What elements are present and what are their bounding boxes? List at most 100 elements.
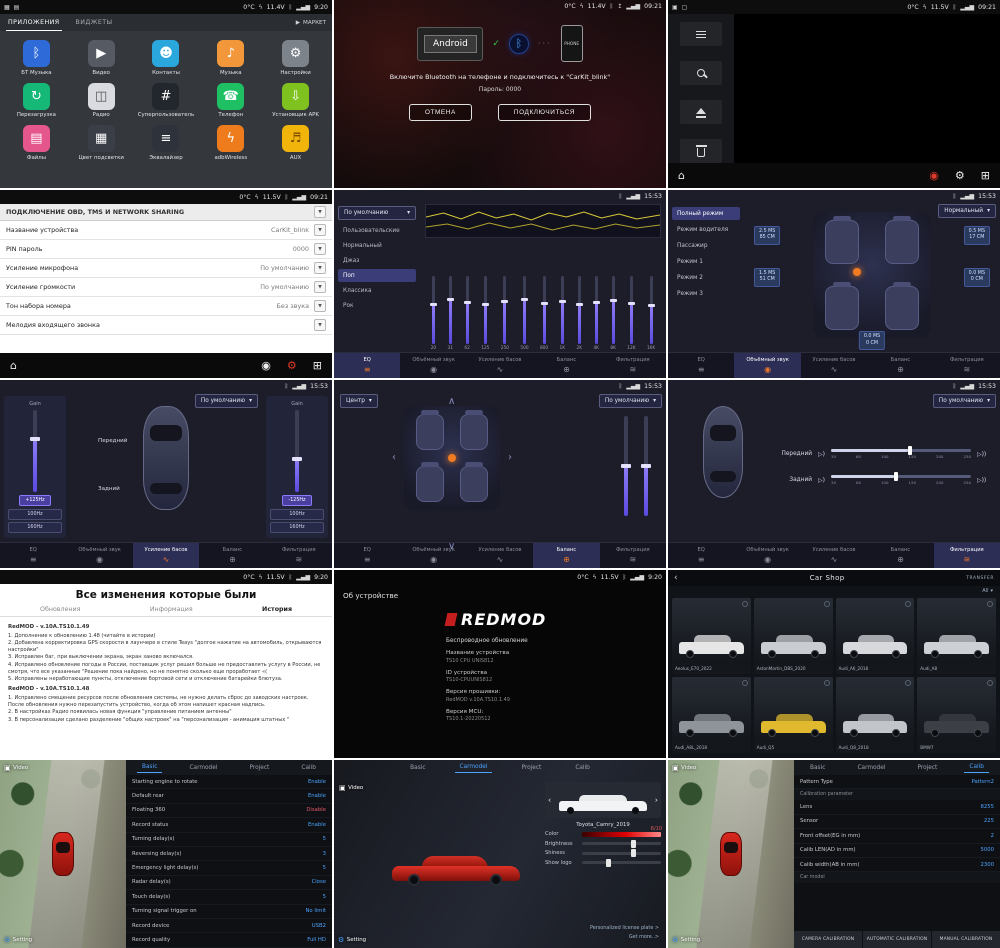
eq-slider[interactable] [449, 276, 452, 344]
setting-value[interactable]: Pattern2 [972, 779, 994, 785]
slider-knob[interactable] [559, 300, 566, 303]
slider-knob[interactable] [606, 859, 611, 867]
setting-value[interactable]: Disable [306, 807, 326, 813]
audio-tab[interactable]: Усиление басов ∿ [801, 353, 867, 378]
slider-knob[interactable] [908, 446, 912, 455]
app-shortcut[interactable]: ≡ Эквалайзер [134, 125, 199, 161]
audio-tab[interactable]: Фильтрация ≋ [934, 543, 1000, 568]
freq-button[interactable]: 160Hz [270, 522, 324, 533]
eq-slider[interactable] [523, 276, 526, 344]
panel-tab[interactable]: Basic [405, 763, 430, 773]
car-model-3d[interactable] [392, 846, 520, 886]
panel-tab[interactable]: Calib [296, 763, 321, 773]
seat-rear-left[interactable] [825, 286, 859, 330]
eq-slider[interactable] [595, 276, 598, 344]
audio-tab[interactable]: Объёмный звук ◉ [66, 543, 132, 568]
prev-icon[interactable]: ‹ [548, 796, 551, 805]
preset-item[interactable]: Рок [338, 299, 416, 312]
audio-tab[interactable]: Объёмный звук ◉ [400, 543, 466, 568]
mode-item[interactable]: Режим 3 [672, 287, 740, 300]
settings-row[interactable]: Тон набора номера Без звука ▼ [0, 297, 332, 316]
settings-row[interactable]: Record device USB2 [126, 919, 332, 933]
preset-item[interactable]: Поп [338, 269, 416, 282]
setting-value[interactable]: 5 [323, 894, 326, 900]
settings-row[interactable]: Turning delay(s) 5 [126, 833, 332, 847]
audio-tab[interactable]: Баланс ⊕ [867, 353, 933, 378]
crossover-slider[interactable] [831, 475, 971, 478]
preset-item[interactable]: Джаз [338, 254, 416, 267]
panel-tab[interactable]: Basic [805, 763, 830, 773]
car-card[interactable]: Audi_A6_2018 [836, 598, 915, 674]
settings-row[interactable]: Sensor 225 [794, 815, 1000, 829]
audio-tab[interactable]: Баланс ⊕ [533, 353, 599, 378]
widgets-icon[interactable]: ▤ [14, 4, 20, 11]
app-shortcut[interactable]: ⚙ Настройки [263, 40, 328, 76]
car-card[interactable]: AstonMartin_DBS_2020 [754, 598, 833, 674]
settings-row[interactable]: Мелодия входящего звонка ▼ [0, 316, 332, 335]
eq-slider[interactable] [630, 276, 633, 344]
dropdown-button[interactable]: ▼ [314, 300, 326, 312]
eq-slider[interactable] [650, 276, 653, 344]
slider-knob[interactable] [501, 300, 508, 303]
slider-knob[interactable] [894, 472, 898, 481]
slider-knob[interactable] [30, 437, 40, 441]
setting-button[interactable]: ⚙Setting [672, 936, 700, 944]
freq-button[interactable]: 160Hz [8, 522, 62, 533]
mode-item[interactable]: Пассажир [672, 239, 740, 252]
eq-slider[interactable] [578, 276, 581, 344]
freq-chip[interactable]: -125Hz [282, 495, 311, 506]
audio-tab[interactable]: EQ ≡ [668, 353, 734, 378]
slider-knob[interactable] [521, 298, 528, 301]
setting-value[interactable]: Enable [308, 793, 326, 799]
settings-row[interactable]: Floating 360 Disable [126, 804, 332, 818]
settings-row[interactable]: Starting engine to rotate Enable [126, 775, 332, 789]
default-button[interactable]: По умолчанию ▾ [933, 394, 996, 408]
seat-front-right[interactable] [885, 220, 919, 264]
shiness-slider[interactable] [582, 852, 661, 855]
next-icon[interactable]: › [655, 796, 658, 805]
panel-tab[interactable]: Carmodel [455, 762, 493, 773]
setting-value[interactable]: 5000 [981, 847, 994, 853]
car-card[interactable]: Audi_Q5 [754, 677, 833, 753]
calibration-button[interactable]: MANUAL CALIBRATION [932, 931, 1000, 948]
settings-row[interactable]: Emergency light delay(s) 5 [126, 861, 332, 875]
pattern-grid-icon[interactable]: ⊞ [981, 169, 990, 182]
arrow-left-icon[interactable]: ‹ [392, 452, 396, 463]
panel-tab[interactable]: Carmodel [852, 763, 890, 773]
market-button[interactable]: ▶ МАРКЕТ [296, 20, 326, 26]
audio-tab[interactable]: EQ ≡ [334, 543, 400, 568]
playlist-button[interactable] [680, 22, 722, 46]
settings-row[interactable]: Calib width(AB in mm) 2300 [794, 858, 1000, 872]
changelog-tab[interactable]: Информация [150, 606, 193, 613]
slider-knob[interactable] [447, 298, 454, 301]
gain-slider[interactable] [295, 410, 299, 492]
eq-slider[interactable] [561, 276, 564, 344]
listening-point[interactable] [853, 268, 861, 276]
calibration-button[interactable]: CAMERA CALIBRATION [794, 931, 862, 948]
changelog-tab[interactable]: История [262, 606, 292, 613]
setting-value[interactable]: Full HD [307, 937, 326, 943]
audio-tab[interactable]: Баланс ⊕ [533, 543, 599, 568]
audio-tab[interactable]: Усиление басов ∿ [801, 543, 867, 568]
audio-tab[interactable]: EQ ≡ [668, 543, 734, 568]
mode-item[interactable]: Полный режим [672, 207, 740, 220]
eq-slider[interactable] [484, 276, 487, 344]
select-circle[interactable] [905, 680, 911, 686]
dropdown-button[interactable]: ▼ [314, 243, 326, 255]
setting-value[interactable]: Enable [308, 779, 326, 785]
app-shortcut[interactable]: ▤ Файлы [4, 125, 69, 161]
setting-value[interactable]: 225 [984, 818, 994, 824]
car-card[interactable]: Audi_Q8_2018 [836, 677, 915, 753]
transfer-button[interactable]: TRANSFER [966, 576, 994, 581]
panel-tab[interactable]: Calib [570, 763, 595, 773]
panel-tab[interactable]: Carmodel [184, 763, 222, 773]
slider-knob[interactable] [541, 302, 548, 305]
eq-slider[interactable] [543, 276, 546, 344]
home-button[interactable]: ⌂ [678, 169, 685, 182]
setting-value[interactable]: 5 [323, 865, 326, 871]
settings-row[interactable]: Lens 8255 [794, 800, 1000, 814]
delete-button[interactable] [680, 139, 722, 163]
audio-tab[interactable]: EQ ≡ [334, 353, 400, 378]
slider-knob[interactable] [292, 457, 302, 461]
settings-row[interactable]: Название устройства CarKit_blink ▼ [0, 221, 332, 240]
